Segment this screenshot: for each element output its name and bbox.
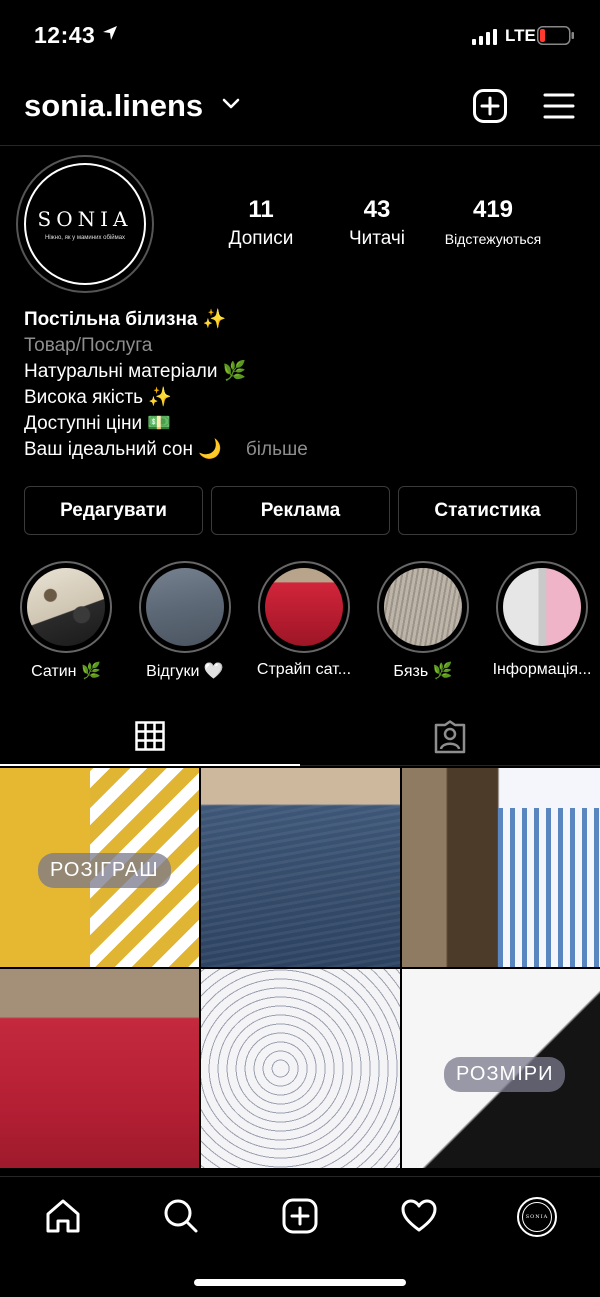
profile-header: sonia.linens [0,80,600,136]
post-thumbnail[interactable]: РОЗІГРАШ [0,768,199,967]
post-thumbnail[interactable]: РОЗМІРИ [402,969,600,1168]
promote-button[interactable]: Реклама [211,486,390,535]
post-image-region [201,804,400,967]
profile-tab-avatar[interactable]: SONIA [517,1197,557,1237]
stat-followers[interactable]: 43 Читачі [336,196,418,250]
location-arrow-icon [103,26,117,40]
post-thumbnail[interactable] [402,768,600,967]
status-time: 12:43 [34,22,96,48]
story-highlight[interactable]: Інформація... [493,561,591,679]
highlight-cover-stripe-satin [265,568,343,646]
highlight-cover-info [503,568,581,646]
stat-posts-label: Дописи [228,228,294,249]
highlight-label: Страйп сат... [256,661,352,678]
avatar-logo-text: SONIA [37,207,133,231]
tab-tagged[interactable] [300,712,600,766]
activity-heart-icon[interactable] [400,1197,438,1235]
home-indicator[interactable] [194,1279,406,1286]
highlight-ring[interactable] [258,561,350,653]
profile-avatar[interactable]: SONIA Ніжно, як у маминих обіймах [24,163,146,285]
post-thumbnail[interactable] [201,768,400,967]
stat-posts-count: 11 [248,196,274,223]
status-bar: 12:43 LTE [0,0,600,72]
header-divider [0,145,600,146]
highlight-cover-reviews [146,568,224,646]
stat-followers-count: 43 [363,196,391,223]
tab-posts-grid[interactable] [0,712,300,766]
bio-line: Висока якість ✨ [24,387,173,408]
account-username[interactable]: sonia.linens [24,88,203,124]
post-thumbnail[interactable] [0,969,199,1168]
highlight-label: Відгуки 🤍 [146,663,224,680]
profile-bio: Постільна білизна ✨ Товар/Послуга Натура… [24,307,308,463]
stat-following[interactable]: 419 Відстежуються [438,196,548,247]
profile-tab-logo: SONIA [522,1202,552,1232]
bio-line-last: Ваш ідеальний сон 🌙 більше [24,437,308,463]
highlight-ring[interactable] [139,561,231,653]
grid-icon [135,721,165,751]
new-post-icon[interactable] [473,89,507,123]
avatar-tagline: Ніжно, як у маминих обіймах [44,235,126,241]
signal-bars-icon [472,29,497,45]
insights-button[interactable]: Статистика [398,486,577,535]
highlight-label: Сатин 🌿 [31,663,101,680]
story-highlight[interactable]: Бязь 🌿 [376,561,470,681]
chevron-down-icon[interactable] [222,97,240,111]
post-overlay-label: РОЗІГРАШ [38,853,171,888]
highlight-ring[interactable] [377,561,469,653]
tagged-person-icon [434,720,466,754]
highlight-label: Бязь 🌿 [393,663,453,680]
bio-name: Постільна білизна ✨ [24,309,227,330]
post-overlay-label: РОЗМІРИ [444,1057,566,1092]
highlight-ring[interactable] [496,561,588,653]
search-icon[interactable] [162,1197,200,1235]
story-highlight[interactable]: Відгуки 🤍 [138,561,232,681]
post-thumbnail[interactable] [201,969,400,1168]
edit-profile-button[interactable]: Редагувати [24,486,203,535]
post-image-region [498,808,600,967]
highlight-cover-calico [384,568,462,646]
home-icon[interactable] [44,1197,82,1235]
bio-more-link[interactable]: більше [246,439,308,460]
bio-line: Доступні ціни 💵 [24,413,171,434]
network-type: LTE [505,26,536,45]
story-highlight[interactable]: Сатин 🌿 [19,561,113,681]
bio-line: Ваш ідеальний сон 🌙 [24,439,222,460]
stat-following-label: Відстежуються [444,231,542,247]
highlight-cover-satin [27,568,105,646]
new-post-nav-icon[interactable] [281,1197,319,1235]
stat-followers-label: Читачі [348,228,406,249]
profile-avatar-ring[interactable]: SONIA Ніжно, як у маминих обіймах [16,155,154,293]
highlight-label: Інформація... [492,661,592,678]
highlight-ring[interactable] [20,561,112,653]
story-highlight[interactable]: Страйп сат... [257,561,351,679]
bio-line: Натуральні матеріали 🌿 [24,361,247,382]
menu-icon[interactable] [543,92,575,120]
stat-posts[interactable]: 11 Дописи [218,196,304,250]
bio-category: Товар/Послуга [24,335,153,356]
stat-following-count: 419 [472,196,514,223]
battery-low-icon [537,26,574,45]
